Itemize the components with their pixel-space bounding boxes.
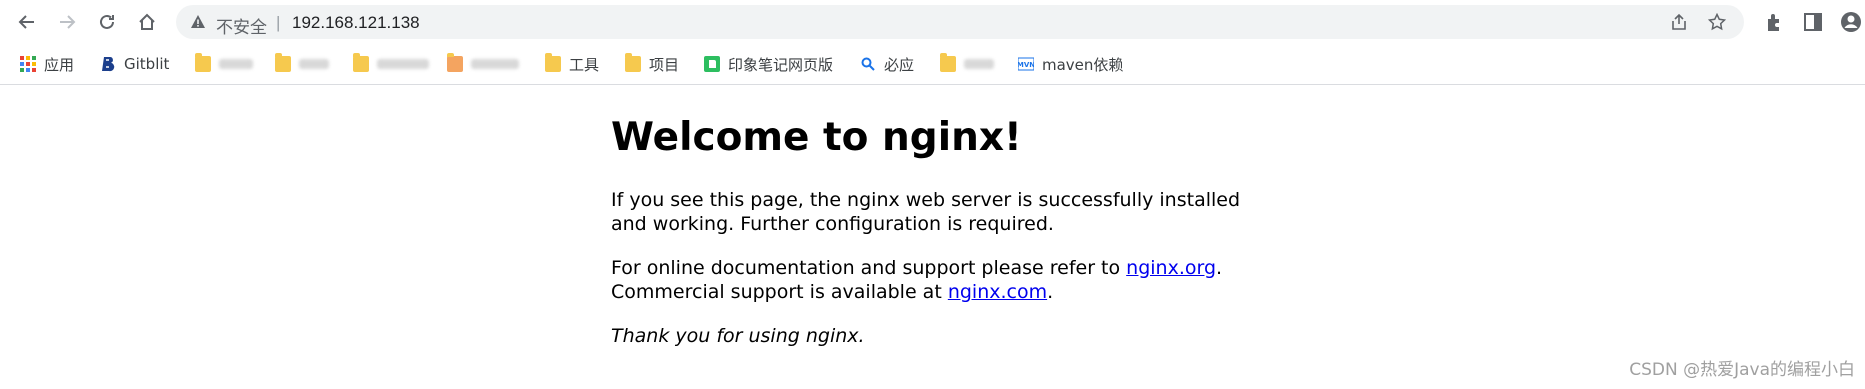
folder-icon — [195, 53, 211, 72]
back-button[interactable] — [12, 7, 42, 37]
evernote-icon — [704, 56, 720, 72]
intro-paragraph: If you see this page, the nginx web serv… — [611, 189, 1241, 235]
browser-toolbar: 不安全 | 192.168.121.138 — [0, 0, 1865, 44]
bookmark-label: 印象笔记网页版 — [728, 55, 834, 74]
bookmark-label: 应用 — [44, 55, 75, 74]
commercial-text: Commercial support is available at — [611, 281, 948, 303]
bookmark-label: 工具 — [569, 55, 600, 74]
security-label[interactable]: 不安全 — [216, 13, 267, 38]
address-separator: | — [276, 13, 281, 32]
bookmark-label: 项目 — [649, 55, 680, 74]
side-panel-icon[interactable] — [1802, 11, 1824, 33]
arrow-right-icon — [60, 15, 76, 29]
orange-folder-icon — [447, 53, 463, 72]
page-heading: Welcome to nginx! — [611, 115, 1022, 160]
bookmark-folder-blurred[interactable] — [940, 53, 994, 75]
url-text[interactable]: 192.168.121.138 — [292, 13, 420, 33]
bookmark-apps[interactable]: 应用 — [20, 53, 74, 75]
svg-text:MVN: MVN — [1018, 61, 1034, 69]
nginx-com-link[interactable]: nginx.com — [948, 281, 1047, 303]
reload-button[interactable] — [92, 7, 122, 37]
forward-button[interactable] — [52, 7, 82, 37]
bookmark-folder-projects[interactable]: 项目 — [625, 53, 679, 75]
thanks-paragraph: Thank you for using nginx. — [611, 325, 865, 347]
bookmark-folder-blurred[interactable] — [353, 53, 429, 75]
star-icon[interactable] — [1708, 13, 1726, 31]
warning-icon[interactable] — [190, 14, 206, 30]
folder-icon — [353, 53, 369, 72]
bookmark-folder-blurred[interactable] — [195, 53, 253, 75]
page-body: Welcome to nginx! If you see this page, … — [611, 112, 1311, 347]
bookmark-label: 必应 — [884, 55, 915, 74]
reload-icon — [100, 14, 114, 29]
home-button[interactable] — [132, 7, 162, 37]
home-icon — [139, 13, 155, 30]
mvn-icon: MVN — [1018, 57, 1034, 71]
support-text: For online documentation and support ple… — [611, 257, 1127, 279]
blurred-label — [964, 59, 994, 69]
blurred-label — [219, 59, 253, 69]
blurred-label — [299, 59, 329, 69]
csdn-watermark: CSDN @热爱Java的编程小白 — [1629, 360, 1855, 380]
folder-icon — [545, 53, 561, 72]
share-icon[interactable] — [1670, 13, 1688, 31]
folder-icon — [940, 53, 956, 72]
bookmark-folder-blurred[interactable] — [275, 53, 329, 75]
folder-icon — [625, 53, 641, 72]
bookmark-maven[interactable]: MVN maven依赖 — [1018, 53, 1123, 75]
commercial-text-period: . — [1047, 281, 1054, 303]
blurred-label — [377, 59, 429, 69]
profile-avatar-icon[interactable] — [1840, 11, 1862, 33]
bookmark-folder-blurred[interactable] — [447, 53, 519, 75]
bookmark-bing[interactable]: 必应 — [860, 53, 914, 75]
bookmarks-bar: 应用 Gitblit 工具 项目 印象笔记网页版 必应 MVN maven依赖 — [0, 44, 1865, 85]
blurred-label — [471, 59, 519, 69]
support-text-period: . — [1216, 257, 1223, 279]
nginx-org-link[interactable]: nginx.org — [1126, 257, 1216, 279]
bookmark-folder-tools[interactable]: 工具 — [545, 53, 599, 75]
extensions-icon[interactable] — [1763, 11, 1785, 33]
folder-icon — [275, 53, 291, 72]
bookmark-gitblit[interactable]: Gitblit — [100, 53, 169, 75]
gitblit-icon — [102, 57, 115, 72]
apps-grid-icon — [20, 56, 36, 72]
support-paragraph: For online documentation and support ple… — [611, 256, 1222, 304]
bookmark-label: maven依赖 — [1042, 55, 1124, 74]
bookmark-evernote[interactable]: 印象笔记网页版 — [704, 53, 833, 75]
address-bar[interactable]: 不安全 | 192.168.121.138 — [176, 5, 1744, 39]
search-icon — [861, 57, 875, 71]
arrow-left-icon — [18, 15, 34, 29]
bookmark-label: Gitblit — [124, 55, 170, 73]
